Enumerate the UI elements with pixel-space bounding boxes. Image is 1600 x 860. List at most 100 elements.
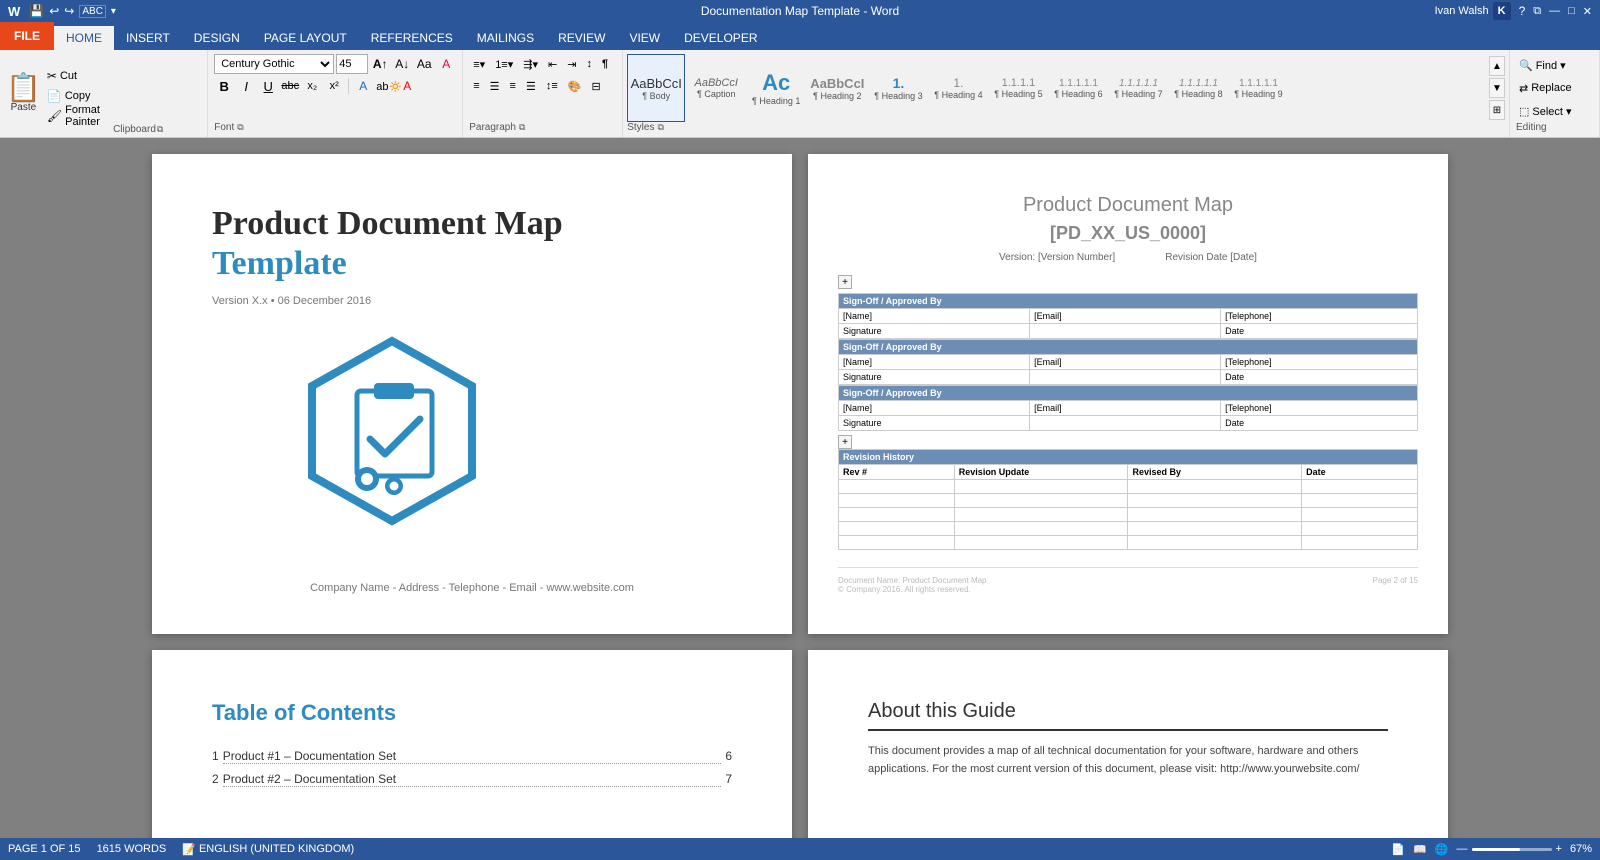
shading-button[interactable]: 🎨 xyxy=(564,76,586,96)
italic-button[interactable]: I xyxy=(236,76,256,96)
tab-page-layout[interactable]: PAGE LAYOUT xyxy=(252,26,359,50)
doc-info-title: Product Document Map xyxy=(838,194,1418,217)
maximize-btn[interactable]: □ xyxy=(1568,5,1575,17)
document-area[interactable]: Product Document Map Template Version X.… xyxy=(0,138,1600,838)
decrease-indent-button[interactable]: ⇤ xyxy=(544,54,561,74)
style-heading3[interactable]: 1. ¶ Heading 3 xyxy=(869,54,927,122)
style-heading2[interactable]: AaBbCcI ¶ Heading 2 xyxy=(807,54,867,122)
style-heading5[interactable]: 1.1.1.1 ¶ Heading 5 xyxy=(989,54,1047,122)
bold-button[interactable]: B xyxy=(214,76,234,96)
clipboard-expand-icon[interactable]: ⧉ xyxy=(157,124,163,135)
subscript-button[interactable]: x₂ xyxy=(302,76,322,96)
show-formatting-button[interactable]: ¶ xyxy=(598,54,612,74)
numbering-button[interactable]: 1≡▾ xyxy=(491,54,517,74)
highlight-button[interactable]: ab🔅 xyxy=(375,76,395,96)
view-web-icon[interactable]: 🌐 xyxy=(1435,843,1449,856)
tab-home[interactable]: HOME xyxy=(54,26,114,50)
paste-button[interactable]: 📋 Paste xyxy=(4,59,43,129)
ribbon: 📋 Paste ✂ Cut 📄 Copy 🖌 Format Painter xyxy=(0,50,1600,138)
sort-button[interactable]: ↕ xyxy=(582,54,596,74)
style-heading1[interactable]: Ac ¶ Heading 1 xyxy=(747,54,805,122)
clipboard-group: 📋 Paste ✂ Cut 📄 Copy 🖌 Format Painter xyxy=(0,50,208,137)
undo-icon[interactable]: ↩ xyxy=(49,4,59,18)
bullets-button[interactable]: ≡▾ xyxy=(469,54,489,74)
file-tab[interactable]: FILE xyxy=(0,22,54,50)
zoom-slider[interactable]: — + xyxy=(1457,843,1562,855)
redo-icon[interactable]: ↪ xyxy=(64,4,74,18)
add-section-icon[interactable]: + xyxy=(838,275,852,289)
style-body[interactable]: AaBbCcI ¶ Body xyxy=(627,54,685,122)
replace-button[interactable]: ⇄Replace xyxy=(1516,78,1593,98)
underline-button[interactable]: U xyxy=(258,76,278,96)
style-heading4[interactable]: 1. ¶ Heading 4 xyxy=(929,54,987,122)
view-print-icon[interactable]: 📄 xyxy=(1391,843,1405,856)
styles-expand[interactable]: ⊞ xyxy=(1489,100,1505,120)
align-right-button[interactable]: ≡ xyxy=(506,76,520,96)
resize-btn[interactable]: ⧉ xyxy=(1533,5,1541,18)
font-family-select[interactable]: Century Gothic xyxy=(214,54,334,74)
paragraph-expand-icon[interactable]: ⧉ xyxy=(519,122,525,133)
styles-expand-icon[interactable]: ⧉ xyxy=(657,122,663,133)
increase-indent-button[interactable]: ⇥ xyxy=(563,54,580,74)
font-color-button[interactable]: A xyxy=(397,76,417,96)
clear-format-button[interactable]: A xyxy=(436,54,456,74)
style-caption[interactable]: AaBbCcI ¶ Caption xyxy=(687,54,745,122)
user-area[interactable]: Ivan Walsh K xyxy=(1435,2,1511,20)
style-heading9[interactable]: 1.1.1.1.1 ¶ Heading 9 xyxy=(1229,54,1287,122)
style-heading8[interactable]: 1.1.1.1.1 ¶ Heading 8 xyxy=(1169,54,1227,122)
align-left-button[interactable]: ≡ xyxy=(469,76,483,96)
case-button[interactable]: Aa xyxy=(414,54,434,74)
minimize-btn[interactable]: — xyxy=(1549,5,1560,17)
spelling-icon[interactable]: ABC xyxy=(79,5,106,18)
styles-scroll-down[interactable]: ▼ xyxy=(1489,78,1505,98)
strikethrough-button[interactable]: abc xyxy=(280,76,300,96)
zoom-level[interactable]: 67% xyxy=(1570,843,1592,855)
cover-title-line2: Template xyxy=(212,245,732,283)
word-icon: W xyxy=(8,4,20,19)
tab-mailings[interactable]: MAILINGS xyxy=(465,26,546,50)
tab-design[interactable]: DESIGN xyxy=(182,26,252,50)
find-button[interactable]: 🔍Find ▾ xyxy=(1516,55,1593,75)
paragraph-label: Paragraph xyxy=(469,122,516,133)
toc-title: Table of Contents xyxy=(212,700,732,726)
styles-scroll-up[interactable]: ▲ xyxy=(1489,56,1505,76)
tab-insert[interactable]: INSERT xyxy=(114,26,182,50)
page-cover: Product Document Map Template Version X.… xyxy=(152,154,792,634)
toc-item-2: 2 Product #2 – Documentation Set 7 xyxy=(212,772,732,789)
language-indicator[interactable]: 📝 ENGLISH (UNITED KINGDOM) xyxy=(182,843,354,856)
justify-button[interactable]: ☰ xyxy=(522,76,540,96)
style-heading6[interactable]: 1.1.1.1.1 ¶ Heading 6 xyxy=(1049,54,1107,122)
format-painter-button[interactable]: 🖌 Format Painter xyxy=(45,107,111,125)
customize-icon[interactable]: ▾ xyxy=(111,6,116,17)
line-spacing-button[interactable]: ↕≡ xyxy=(542,76,562,96)
quick-access-toolbar: W 💾 ↩ ↪ ABC ▾ xyxy=(8,4,116,19)
font-expand-icon[interactable]: ⧉ xyxy=(237,122,243,133)
help-btn[interactable]: ? xyxy=(1519,4,1526,18)
page-toc: Table of Contents 1 Product #1 – Documen… xyxy=(152,650,792,838)
add-revision-icon[interactable]: + xyxy=(838,435,852,449)
close-btn[interactable]: ✕ xyxy=(1583,5,1592,18)
copy-button[interactable]: 📄 Copy xyxy=(45,87,111,105)
align-center-button[interactable]: ☰ xyxy=(486,76,504,96)
cut-button[interactable]: ✂ Cut xyxy=(45,67,111,85)
tab-developer[interactable]: DEVELOPER xyxy=(672,26,769,50)
ribbon-tabs: FILE HOME INSERT DESIGN PAGE LAYOUT REFE… xyxy=(0,22,1600,50)
select-button[interactable]: ⬚Select ▾ xyxy=(1516,101,1593,121)
tab-view[interactable]: VIEW xyxy=(617,26,672,50)
style-heading7[interactable]: 1.1.1.1.1 ¶ Heading 7 xyxy=(1109,54,1167,122)
doc-info-id: [PD_XX_US_0000] xyxy=(838,223,1418,244)
font-grow-button[interactable]: A↑ xyxy=(370,54,390,74)
borders-button[interactable]: ⊟ xyxy=(587,76,604,96)
view-read-icon[interactable]: 📖 xyxy=(1413,843,1427,856)
editing-group: 🔍Find ▾ ⇄Replace ⬚Select ▾ Editing xyxy=(1510,50,1600,137)
tab-review[interactable]: REVIEW xyxy=(546,26,617,50)
multilevel-button[interactable]: ⇶▾ xyxy=(519,54,542,74)
text-effect-button[interactable]: A xyxy=(353,76,373,96)
font-shrink-button[interactable]: A↓ xyxy=(392,54,412,74)
tab-references[interactable]: REFERENCES xyxy=(359,26,465,50)
superscript-button[interactable]: x² xyxy=(324,76,344,96)
cover-icon xyxy=(292,331,732,531)
page-doc-info: Product Document Map [PD_XX_US_0000] Ver… xyxy=(808,154,1448,634)
font-size-input[interactable] xyxy=(336,54,368,74)
save-icon[interactable]: 💾 xyxy=(29,4,44,18)
